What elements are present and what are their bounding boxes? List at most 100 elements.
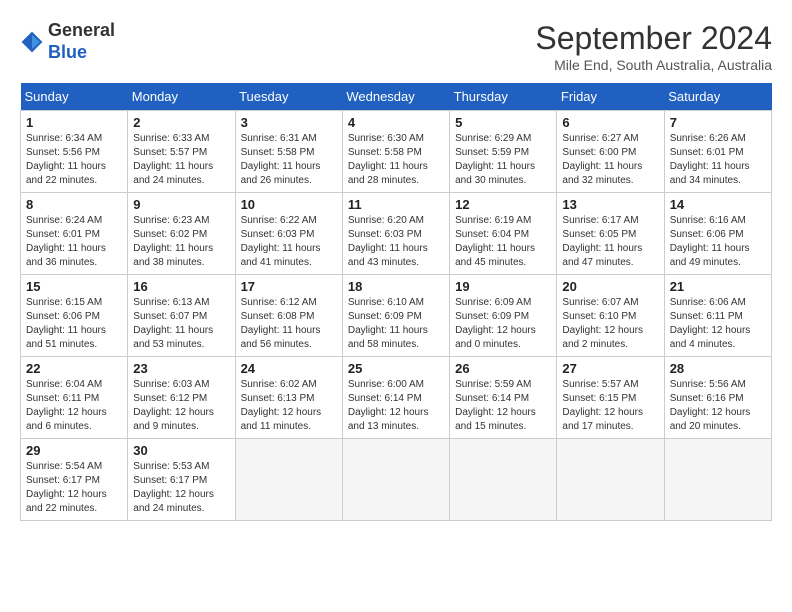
title-block: September 2024 Mile End, South Australia… (535, 20, 772, 73)
day-number: 20 (562, 279, 658, 294)
calendar-day-cell (450, 439, 557, 521)
calendar-table: SundayMondayTuesdayWednesdayThursdayFrid… (20, 83, 772, 521)
calendar-week-row: 22Sunrise: 6:04 AMSunset: 6:11 PMDayligh… (21, 357, 772, 439)
day-info: Sunrise: 6:06 AMSunset: 6:11 PMDaylight:… (670, 296, 766, 352)
calendar-day-cell: 2Sunrise: 6:33 AMSunset: 5:57 PMDaylight… (128, 111, 235, 193)
weekday-header-cell: Saturday (664, 83, 771, 111)
day-number: 15 (26, 279, 122, 294)
day-info: Sunrise: 6:20 AMSunset: 6:03 PMDaylight:… (348, 214, 444, 270)
day-number: 16 (133, 279, 229, 294)
day-number: 3 (241, 115, 337, 130)
day-number: 13 (562, 197, 658, 212)
calendar-day-cell: 7Sunrise: 6:26 AMSunset: 6:01 PMDaylight… (664, 111, 771, 193)
weekday-header-cell: Tuesday (235, 83, 342, 111)
day-info: Sunrise: 5:56 AMSunset: 6:16 PMDaylight:… (670, 378, 766, 434)
day-number: 30 (133, 443, 229, 458)
calendar-day-cell (342, 439, 449, 521)
calendar-day-cell: 28Sunrise: 5:56 AMSunset: 6:16 PMDayligh… (664, 357, 771, 439)
day-number: 26 (455, 361, 551, 376)
logo-blue-text: Blue (48, 42, 87, 62)
logo: General Blue (20, 20, 115, 63)
calendar-day-cell: 13 Sunrise: 6:17 AMSunset: 6:05 PMDayligh… (557, 193, 664, 275)
day-info: Sunrise: 6:19 AMSunset: 6:04 PMDaylight:… (455, 214, 551, 270)
day-info: Sunrise: 6:27 AMSunset: 6:00 PMDaylight:… (562, 132, 658, 188)
calendar-day-cell: 4 Sunrise: 6:30 AMSunset: 5:58 PMDaylight… (342, 111, 449, 193)
day-number: 27 (562, 361, 658, 376)
day-number: 8 (26, 197, 122, 212)
calendar-day-cell: 12 Sunrise: 6:19 AMSunset: 6:04 PMDayligh… (450, 193, 557, 275)
calendar-day-cell: 26 Sunrise: 5:59 AMSunset: 6:14 PMDayligh… (450, 357, 557, 439)
calendar-day-cell: 14Sunrise: 6:16 AMSunset: 6:06 PMDayligh… (664, 193, 771, 275)
calendar-day-cell: 24 Sunrise: 6:02 AMSunset: 6:13 PMDayligh… (235, 357, 342, 439)
day-info: Sunrise: 6:03 AMSunset: 6:12 PMDaylight:… (133, 378, 229, 434)
logo-icon (20, 30, 44, 54)
calendar-week-row: 1 Sunrise: 6:34 AMSunset: 5:56 PMDaylight… (21, 111, 772, 193)
calendar-day-cell: 19 Sunrise: 6:09 AMSunset: 6:09 PMDayligh… (450, 275, 557, 357)
day-info: Sunrise: 6:24 AMSunset: 6:01 PMDaylight:… (26, 214, 122, 270)
calendar-day-cell (664, 439, 771, 521)
day-info: Sunrise: 6:04 AMSunset: 6:11 PMDaylight:… (26, 378, 122, 434)
day-number: 17 (241, 279, 337, 294)
weekday-header-row: SundayMondayTuesdayWednesdayThursdayFrid… (21, 83, 772, 111)
calendar-day-cell: 30 Sunrise: 5:53 AMSunset: 6:17 PMDayligh… (128, 439, 235, 521)
calendar-day-cell: 18 Sunrise: 6:10 AMSunset: 6:09 PMDayligh… (342, 275, 449, 357)
day-number: 1 (26, 115, 122, 130)
day-number: 5 (455, 115, 551, 130)
day-number: 12 (455, 197, 551, 212)
day-info: Sunrise: 5:59 AMSunset: 6:14 PMDaylight:… (455, 378, 551, 434)
day-info: Sunrise: 6:12 AMSunset: 6:08 PMDaylight:… (241, 296, 337, 352)
calendar-day-cell: 8 Sunrise: 6:24 AMSunset: 6:01 PMDaylight… (21, 193, 128, 275)
calendar-day-cell: 15 Sunrise: 6:15 AMSunset: 6:06 PMDayligh… (21, 275, 128, 357)
day-number: 7 (670, 115, 766, 130)
calendar-day-cell: 5Sunrise: 6:29 AMSunset: 5:59 PMDaylight… (450, 111, 557, 193)
calendar-body: 1 Sunrise: 6:34 AMSunset: 5:56 PMDaylight… (21, 111, 772, 521)
day-number: 25 (348, 361, 444, 376)
calendar-day-cell: 23 Sunrise: 6:03 AMSunset: 6:12 PMDayligh… (128, 357, 235, 439)
day-info: Sunrise: 5:54 AMSunset: 6:17 PMDaylight:… (26, 460, 122, 516)
weekday-header-cell: Thursday (450, 83, 557, 111)
calendar-day-cell: 3Sunrise: 6:31 AMSunset: 5:58 PMDaylight… (235, 111, 342, 193)
day-number: 18 (348, 279, 444, 294)
calendar-day-cell: 9 Sunrise: 6:23 AMSunset: 6:02 PMDaylight… (128, 193, 235, 275)
calendar-day-cell: 21Sunrise: 6:06 AMSunset: 6:11 PMDayligh… (664, 275, 771, 357)
day-number: 24 (241, 361, 337, 376)
day-number: 23 (133, 361, 229, 376)
location-subtitle: Mile End, South Australia, Australia (535, 57, 772, 73)
day-info: Sunrise: 6:30 AMSunset: 5:58 PMDaylight:… (348, 132, 444, 188)
weekday-header-cell: Wednesday (342, 83, 449, 111)
day-info: Sunrise: 6:17 AMSunset: 6:05 PMDaylight:… (562, 214, 658, 270)
calendar-day-cell: 22Sunrise: 6:04 AMSunset: 6:11 PMDayligh… (21, 357, 128, 439)
day-number: 29 (26, 443, 122, 458)
day-number: 19 (455, 279, 551, 294)
calendar-day-cell (235, 439, 342, 521)
day-info: Sunrise: 6:33 AMSunset: 5:57 PMDaylight:… (133, 132, 229, 188)
page-header: General Blue September 2024 Mile End, So… (20, 20, 772, 73)
month-title: September 2024 (535, 20, 772, 57)
day-number: 9 (133, 197, 229, 212)
day-info: Sunrise: 6:15 AMSunset: 6:06 PMDaylight:… (26, 296, 122, 352)
calendar-day-cell: 29 Sunrise: 5:54 AMSunset: 6:17 PMDayligh… (21, 439, 128, 521)
calendar-week-row: 29 Sunrise: 5:54 AMSunset: 6:17 PMDayligh… (21, 439, 772, 521)
logo-general-text: General (48, 20, 115, 40)
calendar-day-cell (557, 439, 664, 521)
day-info: Sunrise: 6:23 AMSunset: 6:02 PMDaylight:… (133, 214, 229, 270)
day-number: 6 (562, 115, 658, 130)
calendar-week-row: 15 Sunrise: 6:15 AMSunset: 6:06 PMDayligh… (21, 275, 772, 357)
calendar-day-cell: 16Sunrise: 6:13 AMSunset: 6:07 PMDayligh… (128, 275, 235, 357)
calendar-day-cell: 25Sunrise: 6:00 AMSunset: 6:14 PMDayligh… (342, 357, 449, 439)
day-info: Sunrise: 6:02 AMSunset: 6:13 PMDaylight:… (241, 378, 337, 434)
day-number: 4 (348, 115, 444, 130)
day-info: Sunrise: 5:57 AMSunset: 6:15 PMDaylight:… (562, 378, 658, 434)
weekday-header-cell: Friday (557, 83, 664, 111)
day-info: Sunrise: 6:10 AMSunset: 6:09 PMDaylight:… (348, 296, 444, 352)
calendar-day-cell: 27 Sunrise: 5:57 AMSunset: 6:15 PMDayligh… (557, 357, 664, 439)
day-info: Sunrise: 6:07 AMSunset: 6:10 PMDaylight:… (562, 296, 658, 352)
day-info: Sunrise: 6:09 AMSunset: 6:09 PMDaylight:… (455, 296, 551, 352)
day-number: 10 (241, 197, 337, 212)
day-info: Sunrise: 6:34 AMSunset: 5:56 PMDaylight:… (26, 132, 122, 188)
weekday-header-cell: Monday (128, 83, 235, 111)
calendar-day-cell: 20 Sunrise: 6:07 AMSunset: 6:10 PMDayligh… (557, 275, 664, 357)
day-number: 14 (670, 197, 766, 212)
calendar-day-cell: 11Sunrise: 6:20 AMSunset: 6:03 PMDayligh… (342, 193, 449, 275)
day-info: Sunrise: 5:53 AMSunset: 6:17 PMDaylight:… (133, 460, 229, 516)
